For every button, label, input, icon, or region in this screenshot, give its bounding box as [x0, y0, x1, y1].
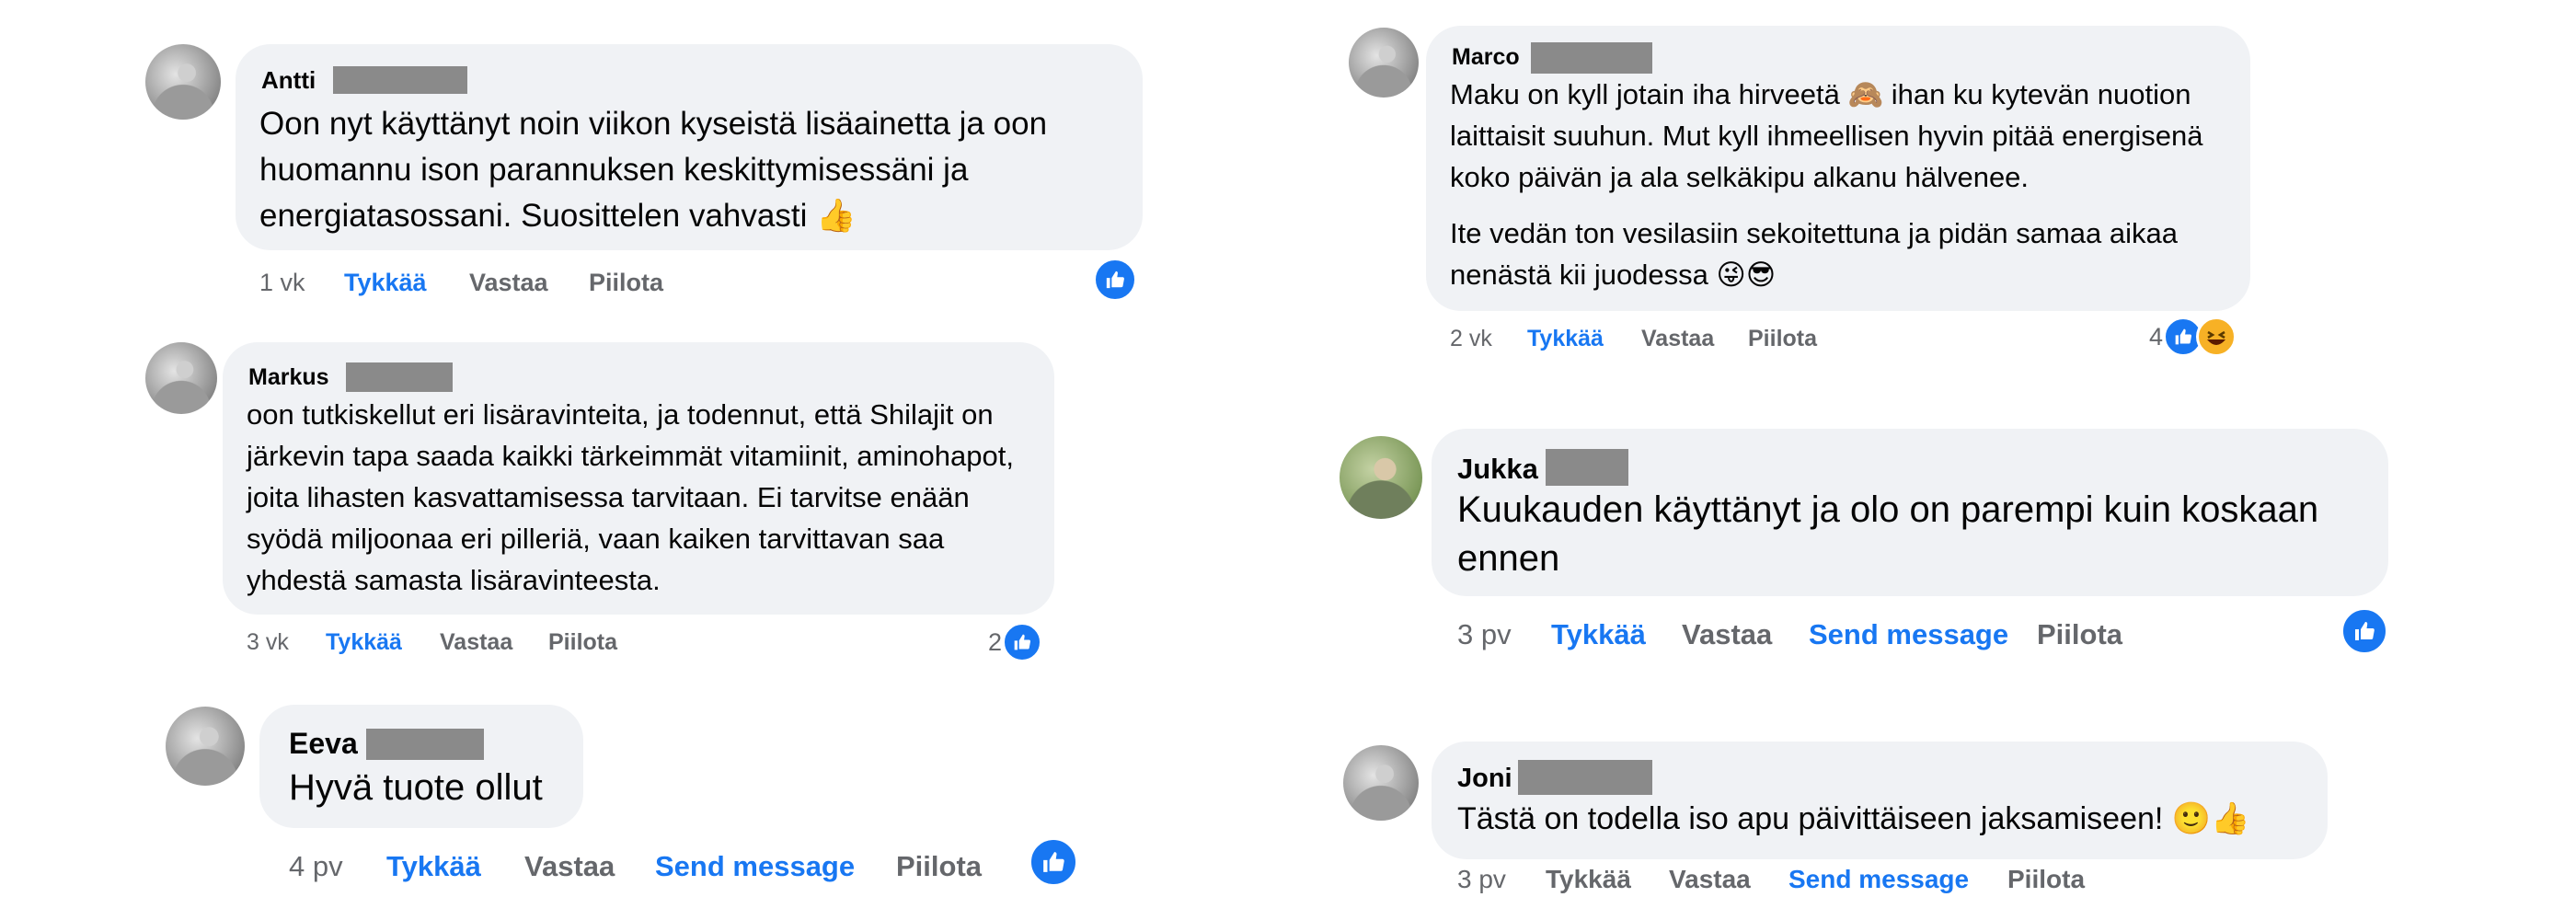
- redacted-surname: [1531, 42, 1652, 74]
- comment-time[interactable]: 3 vk: [247, 629, 289, 656]
- send-message-button[interactable]: Send message: [1809, 618, 2008, 651]
- reactions[interactable]: 4: [2149, 316, 2237, 357]
- redacted-surname: [1518, 760, 1652, 795]
- comment-text: Maku on kyll jotain iha hirveetä 🙈 ihan …: [1450, 74, 2241, 295]
- hide-button[interactable]: Piilota: [548, 629, 617, 656]
- like-reaction-icon: [2340, 607, 2388, 655]
- reply-button[interactable]: Vastaa: [1682, 618, 1772, 651]
- like-button[interactable]: Tykkää: [386, 850, 481, 883]
- like-button[interactable]: Tykkää: [326, 629, 402, 656]
- reply-button[interactable]: Vastaa: [1641, 326, 1714, 352]
- avatar[interactable]: [145, 44, 221, 120]
- avatar[interactable]: [1349, 28, 1419, 98]
- like-reaction-icon: [1002, 622, 1043, 662]
- reply-button[interactable]: Vastaa: [524, 850, 615, 883]
- comment-paragraph-1: Maku on kyll jotain iha hirveetä 🙈 ihan …: [1450, 78, 2203, 193]
- reply-button[interactable]: Vastaa: [440, 629, 512, 656]
- reactions[interactable]: 2: [988, 622, 1043, 662]
- haha-reaction-icon: [2196, 316, 2237, 357]
- reactions[interactable]: [1029, 837, 1078, 887]
- comment-author[interactable]: Marco: [1452, 44, 1520, 71]
- comment-text: Hyvä tuote ollut: [289, 767, 543, 808]
- hide-button[interactable]: Piilota: [589, 269, 663, 297]
- reply-button[interactable]: Vastaa: [469, 269, 548, 297]
- like-button[interactable]: Tykkää: [344, 269, 427, 297]
- comment-author[interactable]: Jukka: [1457, 453, 1538, 486]
- comment-time[interactable]: 4 pv: [289, 850, 343, 883]
- reactions[interactable]: [1093, 258, 1137, 302]
- like-button[interactable]: Tykkää: [1546, 865, 1631, 894]
- redacted-surname: [333, 66, 467, 94]
- comment-author[interactable]: Markus: [248, 364, 329, 391]
- reactions[interactable]: [2340, 607, 2388, 655]
- comment-author[interactable]: Eeva: [289, 727, 358, 761]
- hide-button[interactable]: Piilota: [2007, 865, 2085, 894]
- like-button[interactable]: Tykkää: [1551, 618, 1646, 651]
- avatar[interactable]: [166, 707, 245, 786]
- comment-author[interactable]: Joni: [1457, 764, 1512, 794]
- comment-text: Oon nyt käyttänyt noin viikon kyseistä l…: [259, 106, 1048, 234]
- comment-text: Kuukauden käyttänyt ja olo on parempi ku…: [1457, 489, 2319, 579]
- comment-time[interactable]: 3 pv: [1457, 618, 1512, 651]
- comment-time[interactable]: 1 vk: [259, 269, 305, 297]
- like-button[interactable]: Tykkää: [1527, 326, 1604, 352]
- comment-paragraph-2: Ite vedän ton vesilasiin sekoitettuna ja…: [1450, 217, 2178, 291]
- redacted-surname: [1546, 449, 1628, 486]
- comment-text: oon tutkiskellut eri lisäravinteita, ja …: [247, 398, 1014, 596]
- reply-button[interactable]: Vastaa: [1669, 865, 1751, 894]
- reaction-count: 2: [988, 627, 1003, 656]
- reaction-count: 4: [2149, 322, 2164, 351]
- hide-button[interactable]: Piilota: [1748, 326, 1817, 352]
- send-message-button[interactable]: Send message: [1788, 865, 1969, 894]
- avatar[interactable]: [1343, 745, 1419, 821]
- hide-button[interactable]: Piilota: [896, 850, 982, 883]
- comment-author[interactable]: Antti: [261, 66, 316, 95]
- send-message-button[interactable]: Send message: [655, 850, 855, 883]
- redacted-surname: [366, 729, 484, 760]
- redacted-surname: [346, 362, 453, 392]
- comment-text: Tästä on todella iso apu päivittäiseen j…: [1457, 801, 2250, 836]
- comment-time[interactable]: 3 pv: [1457, 865, 1506, 894]
- like-reaction-icon: [1093, 258, 1137, 302]
- like-reaction-icon: [1029, 837, 1078, 887]
- avatar[interactable]: [145, 342, 217, 414]
- comment-time[interactable]: 2 vk: [1450, 326, 1492, 352]
- avatar[interactable]: [1340, 436, 1422, 519]
- hide-button[interactable]: Piilota: [2037, 618, 2122, 651]
